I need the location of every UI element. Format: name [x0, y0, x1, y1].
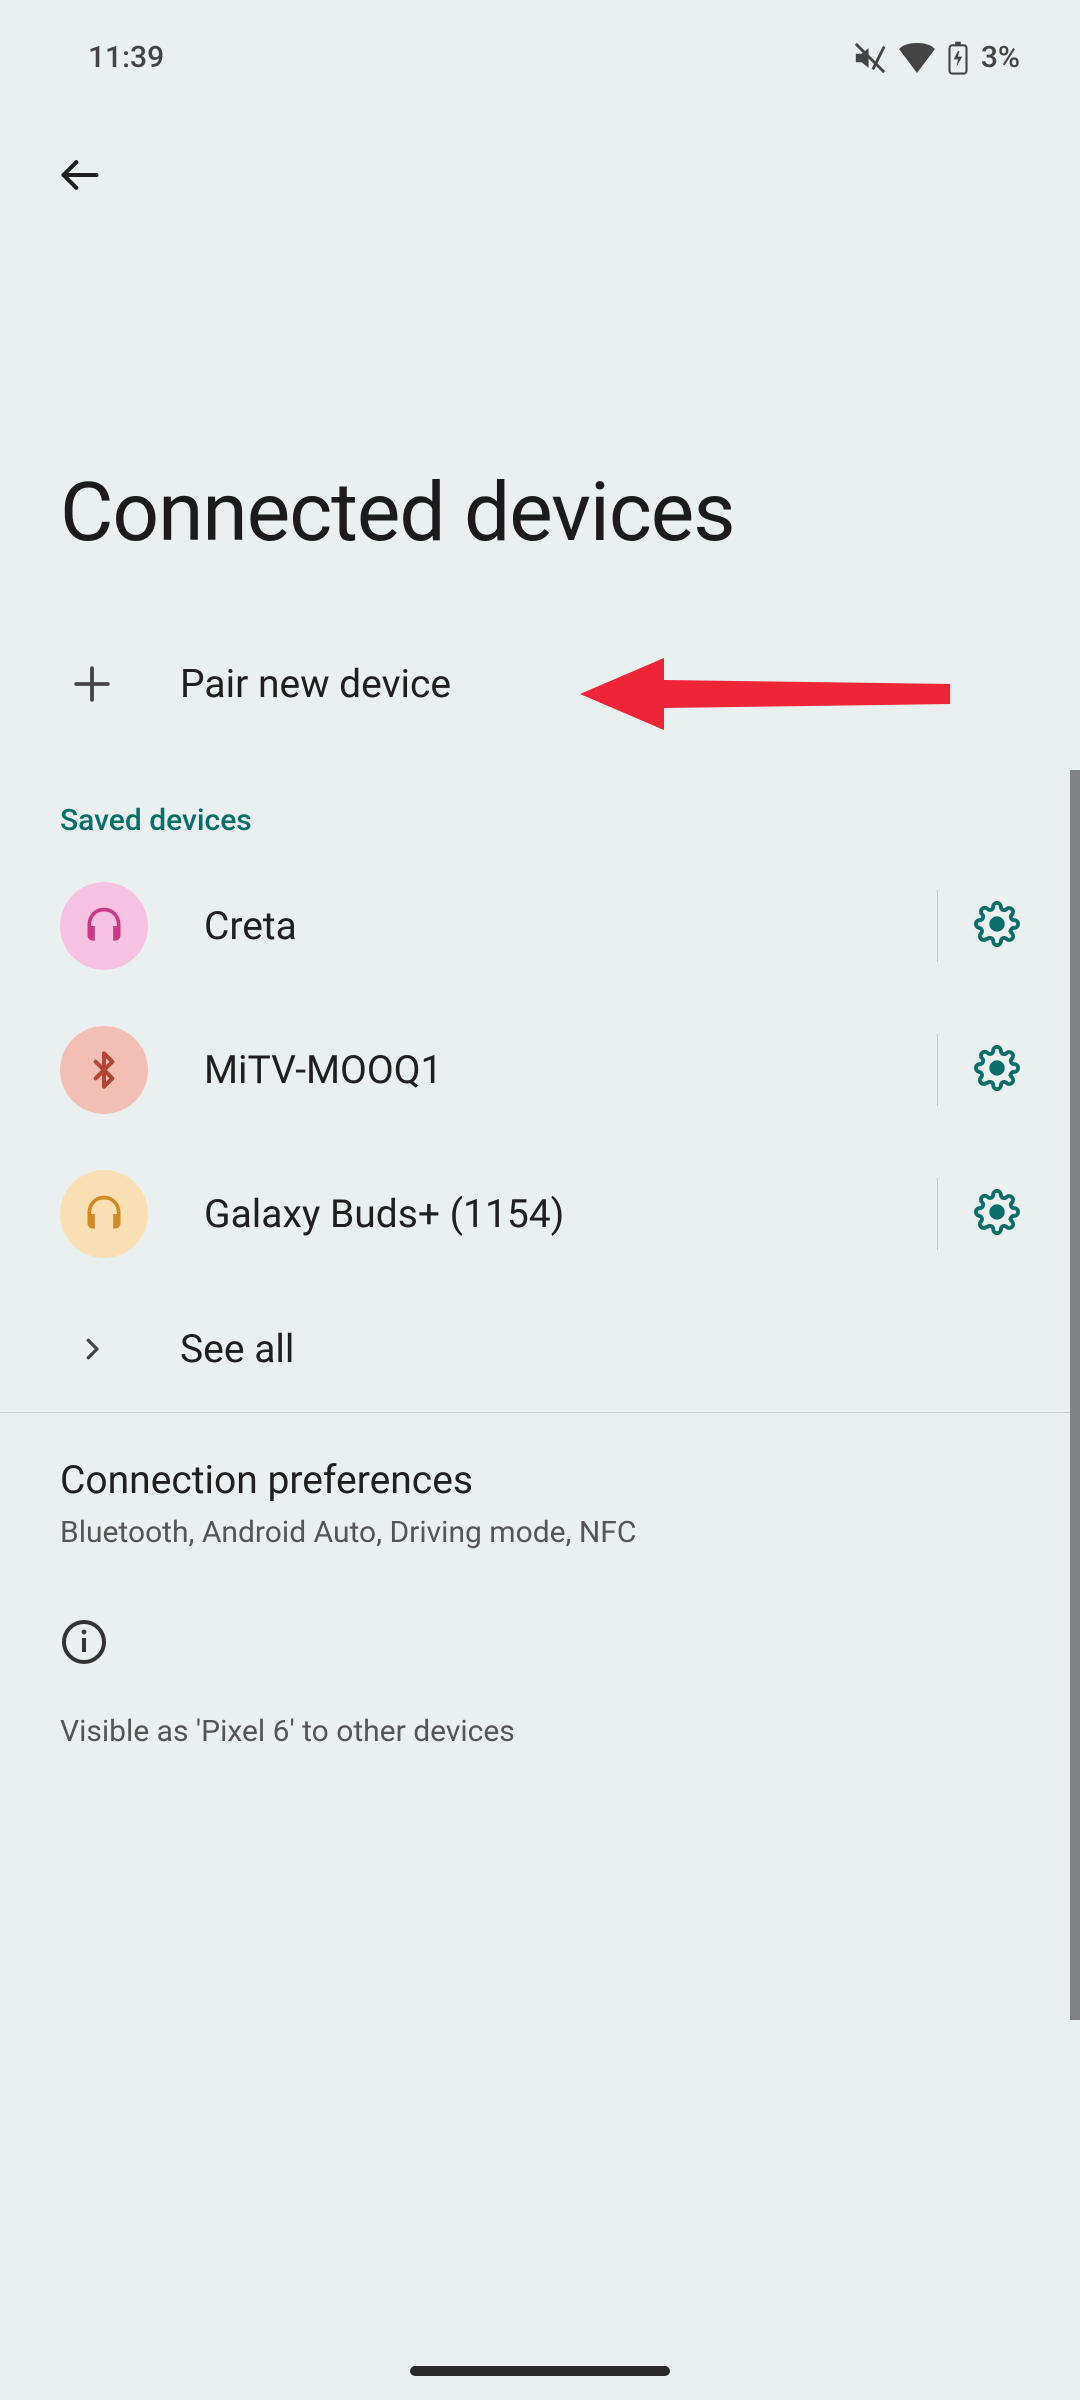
- status-icons: 3%: [853, 40, 1020, 75]
- gear-icon: [974, 1189, 1020, 1235]
- connection-preferences-row[interactable]: Connection preferences Bluetooth, Androi…: [0, 1413, 1080, 1558]
- status-time: 11:39: [88, 40, 164, 75]
- pair-new-device-row[interactable]: Pair new device: [0, 621, 1080, 747]
- page-title: Connected devices: [0, 205, 1080, 621]
- connection-preferences-title: Connection preferences: [60, 1457, 1020, 1503]
- device-settings-button[interactable]: [974, 1045, 1020, 1095]
- saved-devices-header: Saved devices: [0, 747, 1080, 854]
- see-all-label: See all: [180, 1326, 1020, 1372]
- device-row[interactable]: Galaxy Buds+ (1154): [0, 1142, 1080, 1286]
- device-row[interactable]: Creta: [0, 854, 1080, 998]
- visibility-info: [0, 1558, 1080, 1694]
- chevron-right-icon: [77, 1334, 107, 1364]
- separator: [937, 1178, 938, 1250]
- gear-icon: [974, 901, 1020, 947]
- battery-percent: 3%: [981, 40, 1020, 75]
- device-name: MiTV-MOOQ1: [204, 1047, 881, 1093]
- headset-icon: [60, 1170, 148, 1258]
- bluetooth-icon: [60, 1026, 148, 1114]
- headset-icon: [60, 882, 148, 970]
- device-row[interactable]: MiTV-MOOQ1: [0, 998, 1080, 1142]
- visibility-text: Visible as 'Pixel 6' to other devices: [0, 1694, 1080, 1749]
- device-settings-button[interactable]: [974, 1189, 1020, 1239]
- connection-preferences-subtitle: Bluetooth, Android Auto, Driving mode, N…: [60, 1515, 1020, 1550]
- back-button[interactable]: [50, 145, 110, 205]
- see-all-row[interactable]: See all: [0, 1286, 1080, 1412]
- wifi-icon: [899, 43, 935, 73]
- separator: [937, 890, 938, 962]
- scroll-indicator: [1070, 770, 1080, 2020]
- pair-new-device-label: Pair new device: [180, 661, 1020, 707]
- nav-bar-pill: [410, 2366, 670, 2376]
- gear-icon: [974, 1045, 1020, 1091]
- mute-icon: [853, 41, 887, 75]
- device-name: Creta: [204, 903, 881, 949]
- device-settings-button[interactable]: [974, 901, 1020, 951]
- status-bar: 11:39 3%: [0, 0, 1080, 85]
- arrow-left-icon: [58, 153, 102, 197]
- device-name: Galaxy Buds+ (1154): [204, 1191, 881, 1237]
- battery-icon: [947, 41, 969, 75]
- separator: [937, 1034, 938, 1106]
- plus-icon: [71, 663, 113, 705]
- info-icon: [60, 1618, 108, 1666]
